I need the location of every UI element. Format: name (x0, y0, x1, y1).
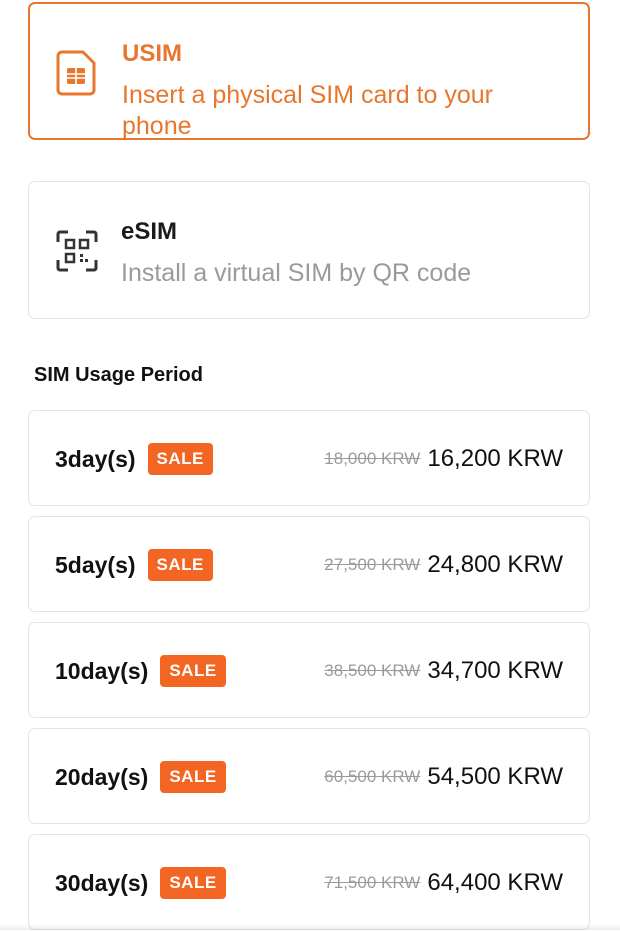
esim-description: Install a virtual SIM by QR code (121, 259, 472, 287)
sale-badge: SALE (160, 867, 226, 899)
qr-code-icon (56, 230, 98, 272)
usim-description: Insert a physical SIM card to your phone (122, 81, 493, 140)
original-price: 71,500 KRW (324, 873, 421, 892)
sim-card-icon (56, 50, 96, 96)
esim-title: eSIM (121, 218, 178, 245)
sale-badge: SALE (160, 761, 226, 793)
period-option-10days[interactable]: 10day(s) SALE 38,500 KRW 34,700 KRW (28, 622, 590, 718)
usim-option-card[interactable]: USIM Insert a physical SIM card to your … (28, 2, 590, 140)
esim-option-card[interactable]: eSIM Install a virtual SIM by QR code (28, 181, 590, 319)
section-title: SIM Usage Period (34, 364, 203, 386)
period-label: 10day(s) (55, 657, 149, 684)
period-label: 30day(s) (55, 869, 149, 896)
sale-price: 24,800 KRW (427, 551, 563, 578)
usim-title: USIM (122, 40, 182, 67)
original-price: 27,500 KRW (324, 555, 421, 574)
sale-price: 54,500 KRW (427, 763, 563, 790)
period-option-30days[interactable]: 30day(s) SALE 71,500 KRW 64,400 KRW (28, 834, 590, 930)
period-option-5days[interactable]: 5day(s) SALE 27,500 KRW 24,800 KRW (28, 516, 590, 612)
sale-price: 34,700 KRW (427, 657, 563, 684)
period-label: 20day(s) (55, 763, 149, 790)
original-price: 18,000 KRW (324, 449, 421, 468)
period-option-20days[interactable]: 20day(s) SALE 60,500 KRW 54,500 KRW (28, 728, 590, 824)
original-price: 60,500 KRW (324, 767, 421, 786)
sale-price: 16,200 KRW (427, 445, 563, 472)
sale-price: 64,400 KRW (427, 869, 563, 896)
sale-badge: SALE (160, 655, 226, 687)
period-label: 3day(s) (55, 445, 136, 472)
bottom-shadow-divider (0, 924, 620, 930)
original-price: 38,500 KRW (324, 661, 421, 680)
period-option-3days[interactable]: 3day(s) SALE 18,000 KRW 16,200 KRW (28, 410, 590, 506)
sale-badge: SALE (147, 549, 213, 581)
period-label: 5day(s) (55, 551, 136, 578)
sale-badge: SALE (147, 443, 213, 475)
